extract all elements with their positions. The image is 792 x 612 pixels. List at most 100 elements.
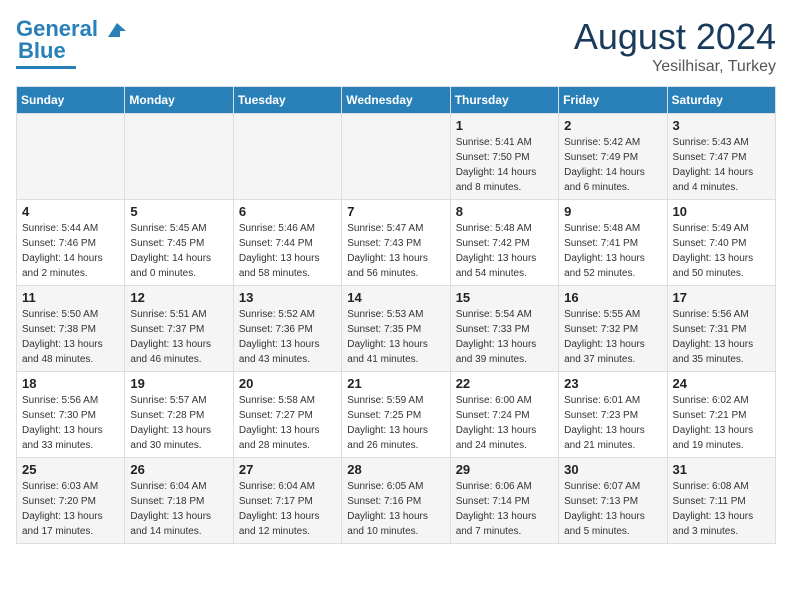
day-info: Sunrise: 5:50 AM Sunset: 7:38 PM Dayligh… [22, 307, 119, 367]
calendar-cell: 2 Sunrise: 5:42 AM Sunset: 7:49 PM Daylig… [559, 114, 667, 200]
day-number: 13 [239, 290, 336, 305]
day-info: Sunrise: 6:04 AM Sunset: 7:18 PM Dayligh… [130, 479, 227, 539]
header-monday: Monday [125, 87, 233, 114]
day-number: 29 [456, 462, 553, 477]
title-block: August 2024 Yesilhisar, Turkey [574, 16, 776, 76]
calendar-cell: 24Sunrise: 6:02 AM Sunset: 7:21 PM Dayli… [667, 372, 775, 458]
day-number: 1 [456, 118, 553, 133]
calendar-cell [342, 114, 450, 200]
header-wednesday: Wednesday [342, 87, 450, 114]
calendar-cell: 19 Sunrise: 5:57 AM Sunset: 7:28 PM Dayli… [125, 372, 233, 458]
day-info: Sunrise: 6:06 AM Sunset: 7:14 PM Dayligh… [456, 479, 553, 539]
day-info: Sunrise: 6:03 AM Sunset: 7:20 PM Dayligh… [22, 479, 119, 539]
day-info: Sunrise: 6:00 AM Sunset: 7:24 PM Dayligh… [456, 393, 553, 453]
calendar-cell: 9 Sunrise: 5:48 AM Sunset: 7:41 PM Daylig… [559, 200, 667, 286]
day-info: Sunrise: 5:53 AM Sunset: 7:35 PM Dayligh… [347, 307, 444, 367]
logo-divider [16, 66, 76, 69]
day-number: 28 [347, 462, 444, 477]
day-number: 9 [564, 204, 661, 219]
calendar-cell: 18 Sunrise: 5:56 AM Sunset: 7:30 PM Dayli… [17, 372, 125, 458]
day-number: 22 [456, 376, 553, 391]
day-info: Sunrise: 5:59 AM Sunset: 7:25 PM Dayligh… [347, 393, 444, 453]
calendar-cell: 3Sunrise: 5:43 AM Sunset: 7:47 PM Daylig… [667, 114, 775, 200]
day-number: 8 [456, 204, 553, 219]
day-number: 19 [130, 376, 227, 391]
calendar-cell: 13 Sunrise: 5:52 AM Sunset: 7:36 PM Dayli… [233, 286, 341, 372]
day-info: Sunrise: 5:52 AM Sunset: 7:36 PM Dayligh… [239, 307, 336, 367]
header-saturday: Saturday [667, 87, 775, 114]
day-number: 21 [347, 376, 444, 391]
day-info: Sunrise: 5:55 AM Sunset: 7:32 PM Dayligh… [564, 307, 661, 367]
calendar-cell [125, 114, 233, 200]
day-number: 27 [239, 462, 336, 477]
calendar-cell: 4 Sunrise: 5:44 AM Sunset: 7:46 PM Daylig… [17, 200, 125, 286]
day-info: Sunrise: 5:58 AM Sunset: 7:27 PM Dayligh… [239, 393, 336, 453]
logo-blue: Blue [18, 38, 66, 64]
calendar-cell: 26 Sunrise: 6:04 AM Sunset: 7:18 PM Dayli… [125, 458, 233, 544]
calendar-cell: 6 Sunrise: 5:46 AM Sunset: 7:44 PM Daylig… [233, 200, 341, 286]
week-row-5: 25Sunrise: 6:03 AM Sunset: 7:20 PM Dayli… [17, 458, 776, 544]
calendar-cell: 7 Sunrise: 5:47 AM Sunset: 7:43 PM Daylig… [342, 200, 450, 286]
calendar-header-row: SundayMondayTuesdayWednesdayThursdayFrid… [17, 87, 776, 114]
logo: General Blue [16, 16, 128, 69]
day-info: Sunrise: 5:46 AM Sunset: 7:44 PM Dayligh… [239, 221, 336, 281]
calendar-cell: 28Sunrise: 6:05 AM Sunset: 7:16 PM Dayli… [342, 458, 450, 544]
day-info: Sunrise: 5:49 AM Sunset: 7:40 PM Dayligh… [673, 221, 770, 281]
day-info: Sunrise: 6:08 AM Sunset: 7:11 PM Dayligh… [673, 479, 770, 539]
day-number: 2 [564, 118, 661, 133]
day-info: Sunrise: 5:56 AM Sunset: 7:31 PM Dayligh… [673, 307, 770, 367]
day-info: Sunrise: 5:54 AM Sunset: 7:33 PM Dayligh… [456, 307, 553, 367]
day-number: 5 [130, 204, 227, 219]
calendar-cell: 31 Sunrise: 6:08 AM Sunset: 7:11 PM Dayli… [667, 458, 775, 544]
calendar-cell: 5 Sunrise: 5:45 AM Sunset: 7:45 PM Daylig… [125, 200, 233, 286]
calendar-cell [233, 114, 341, 200]
day-number: 11 [22, 290, 119, 305]
calendar-cell: 11 Sunrise: 5:50 AM Sunset: 7:38 PM Dayli… [17, 286, 125, 372]
calendar-cell: 22 Sunrise: 6:00 AM Sunset: 7:24 PM Dayli… [450, 372, 558, 458]
day-info: Sunrise: 5:44 AM Sunset: 7:46 PM Dayligh… [22, 221, 119, 281]
calendar-cell: 15 Sunrise: 5:54 AM Sunset: 7:33 PM Dayli… [450, 286, 558, 372]
day-info: Sunrise: 5:57 AM Sunset: 7:28 PM Dayligh… [130, 393, 227, 453]
month-title: August 2024 [574, 16, 776, 58]
day-info: Sunrise: 6:01 AM Sunset: 7:23 PM Dayligh… [564, 393, 661, 453]
day-number: 14 [347, 290, 444, 305]
day-number: 7 [347, 204, 444, 219]
day-number: 12 [130, 290, 227, 305]
page-header: General Blue August 2024 Yesilhisar, Tur… [16, 16, 776, 76]
calendar-cell: 17Sunrise: 5:56 AM Sunset: 7:31 PM Dayli… [667, 286, 775, 372]
day-info: Sunrise: 5:43 AM Sunset: 7:47 PM Dayligh… [673, 135, 770, 195]
day-number: 31 [673, 462, 770, 477]
header-tuesday: Tuesday [233, 87, 341, 114]
day-number: 18 [22, 376, 119, 391]
week-row-3: 11 Sunrise: 5:50 AM Sunset: 7:38 PM Dayli… [17, 286, 776, 372]
day-number: 6 [239, 204, 336, 219]
header-sunday: Sunday [17, 87, 125, 114]
calendar-cell: 10Sunrise: 5:49 AM Sunset: 7:40 PM Dayli… [667, 200, 775, 286]
day-number: 15 [456, 290, 553, 305]
calendar-cell: 8 Sunrise: 5:48 AM Sunset: 7:42 PM Daylig… [450, 200, 558, 286]
calendar-cell: 25Sunrise: 6:03 AM Sunset: 7:20 PM Dayli… [17, 458, 125, 544]
day-number: 30 [564, 462, 661, 477]
day-info: Sunrise: 5:41 AM Sunset: 7:50 PM Dayligh… [456, 135, 553, 195]
day-info: Sunrise: 5:47 AM Sunset: 7:43 PM Dayligh… [347, 221, 444, 281]
day-info: Sunrise: 5:42 AM Sunset: 7:49 PM Dayligh… [564, 135, 661, 195]
week-row-1: 1 Sunrise: 5:41 AM Sunset: 7:50 PM Daylig… [17, 114, 776, 200]
calendar-cell: 23 Sunrise: 6:01 AM Sunset: 7:23 PM Dayli… [559, 372, 667, 458]
day-number: 23 [564, 376, 661, 391]
calendar-cell: 29 Sunrise: 6:06 AM Sunset: 7:14 PM Dayli… [450, 458, 558, 544]
header-thursday: Thursday [450, 87, 558, 114]
day-info: Sunrise: 6:04 AM Sunset: 7:17 PM Dayligh… [239, 479, 336, 539]
day-info: Sunrise: 5:45 AM Sunset: 7:45 PM Dayligh… [130, 221, 227, 281]
day-info: Sunrise: 5:56 AM Sunset: 7:30 PM Dayligh… [22, 393, 119, 453]
day-number: 26 [130, 462, 227, 477]
calendar-cell: 1 Sunrise: 5:41 AM Sunset: 7:50 PM Daylig… [450, 114, 558, 200]
day-number: 20 [239, 376, 336, 391]
day-info: Sunrise: 6:02 AM Sunset: 7:21 PM Dayligh… [673, 393, 770, 453]
day-info: Sunrise: 5:48 AM Sunset: 7:41 PM Dayligh… [564, 221, 661, 281]
day-number: 4 [22, 204, 119, 219]
calendar-cell: 30Sunrise: 6:07 AM Sunset: 7:13 PM Dayli… [559, 458, 667, 544]
week-row-2: 4 Sunrise: 5:44 AM Sunset: 7:46 PM Daylig… [17, 200, 776, 286]
calendar-cell: 16Sunrise: 5:55 AM Sunset: 7:32 PM Dayli… [559, 286, 667, 372]
calendar-cell: 12Sunrise: 5:51 AM Sunset: 7:37 PM Dayli… [125, 286, 233, 372]
day-info: Sunrise: 5:48 AM Sunset: 7:42 PM Dayligh… [456, 221, 553, 281]
